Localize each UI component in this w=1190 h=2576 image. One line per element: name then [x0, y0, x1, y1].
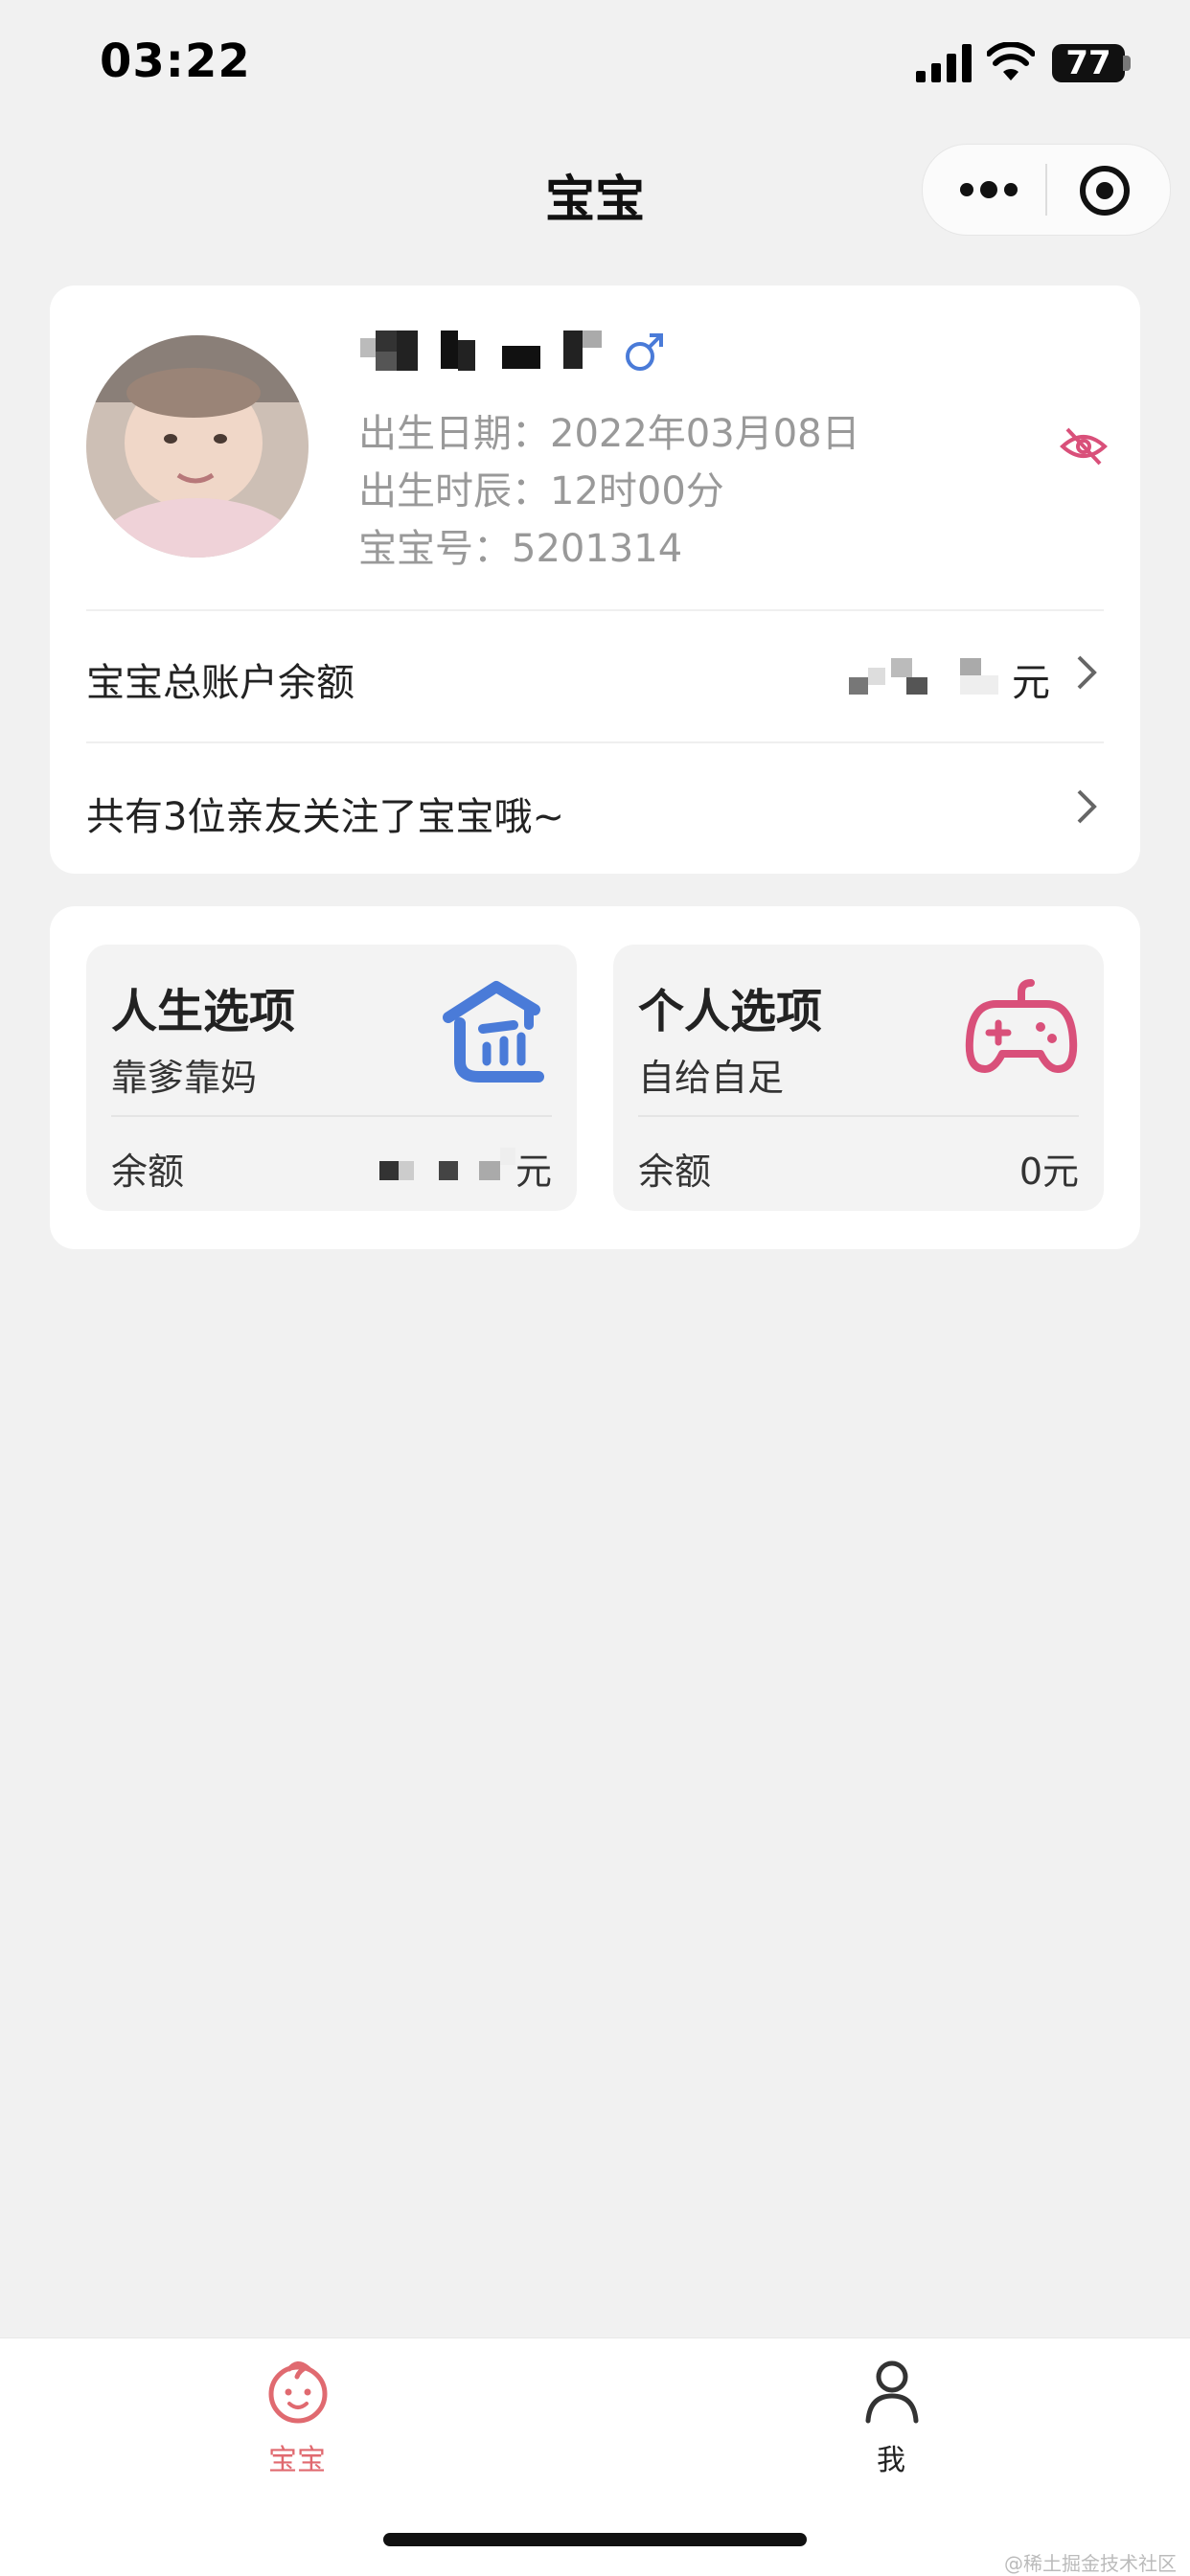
baby-name-mosaic: [360, 331, 609, 373]
capsule-divider: [1045, 164, 1047, 216]
baby-avatar[interactable]: [86, 335, 309, 558]
profile-divider: [86, 609, 1104, 611]
chevron-right-icon[interactable]: [1075, 653, 1098, 692]
balance-mosaic: [849, 658, 1012, 700]
option-balance-label: 余额: [111, 1151, 185, 1193]
life-option-tile[interactable]: 人生选项 靠爹靠妈 余额 元: [86, 945, 577, 1211]
gamepad-icon: [965, 979, 1078, 1073]
close-target-icon[interactable]: [1078, 164, 1132, 217]
battery-indicator: 77: [1052, 44, 1125, 82]
status-bar: 03:22 77: [0, 0, 1190, 125]
option-balance-value: 0元: [1018, 1151, 1079, 1193]
house-icon: [443, 981, 544, 1083]
status-time: 03:22: [100, 34, 251, 88]
option-balance-value: 元: [378, 1142, 552, 1195]
home-indicator: [383, 2533, 807, 2546]
option-balance-label: 余额: [638, 1151, 712, 1193]
account-balance-unit: 元: [1012, 661, 1050, 705]
tab-label: 我: [877, 2444, 905, 2477]
account-balance-value: 元: [849, 651, 1050, 707]
tab-baby[interactable]: 宝宝: [201, 2358, 393, 2482]
mini-program-capsule: [922, 144, 1171, 236]
balance-mosaic: [378, 1147, 515, 1190]
tab-me[interactable]: 我: [795, 2358, 987, 2482]
option-balance-unit: 元: [515, 1151, 552, 1193]
option-subtitle: 自给自足: [638, 1057, 785, 1099]
watermark: @稀土掘金技术社区: [1004, 2552, 1177, 2575]
avatar-photo: [86, 335, 309, 558]
signal-icon: [916, 44, 972, 82]
chevron-right-icon[interactable]: [1075, 787, 1098, 826]
birth-time: 出生时辰：12时00分: [358, 469, 724, 513]
baby-id: 宝宝号：5201314: [358, 527, 683, 571]
account-balance-label: 宝宝总账户余额: [86, 661, 355, 705]
tab-label: 宝宝: [268, 2444, 326, 2477]
options-card: 人生选项 靠爹靠妈 余额 元 个人选项 自给自足 余额 0元: [50, 906, 1140, 1249]
baby-face-icon: [268, 2361, 328, 2424]
followers-text[interactable]: 共有3位亲友关注了宝宝哦~: [86, 786, 564, 841]
hide-info-eye-icon[interactable]: [1060, 425, 1108, 467]
option-divider: [638, 1115, 1079, 1117]
option-title: 人生选项: [111, 985, 296, 1038]
baby-profile-card: 出生日期：2022年03月08日 出生时辰：12时00分 宝宝号：5201314…: [50, 285, 1140, 874]
more-icon[interactable]: [955, 166, 1022, 214]
battery-level: 77: [1065, 44, 1111, 82]
account-divider: [86, 741, 1104, 743]
option-title: 个人选项: [638, 985, 823, 1038]
baby-name-row: [360, 328, 667, 376]
person-icon: [865, 2360, 919, 2424]
birth-date: 出生日期：2022年03月08日: [358, 412, 860, 456]
personal-option-tile[interactable]: 个人选项 自给自足 余额 0元: [613, 945, 1104, 1211]
option-divider: [111, 1115, 552, 1117]
male-gender-icon: [626, 333, 663, 371]
battery-cap: [1123, 56, 1131, 71]
wifi-icon: [987, 42, 1035, 80]
option-subtitle: 靠爹靠妈: [111, 1057, 258, 1099]
